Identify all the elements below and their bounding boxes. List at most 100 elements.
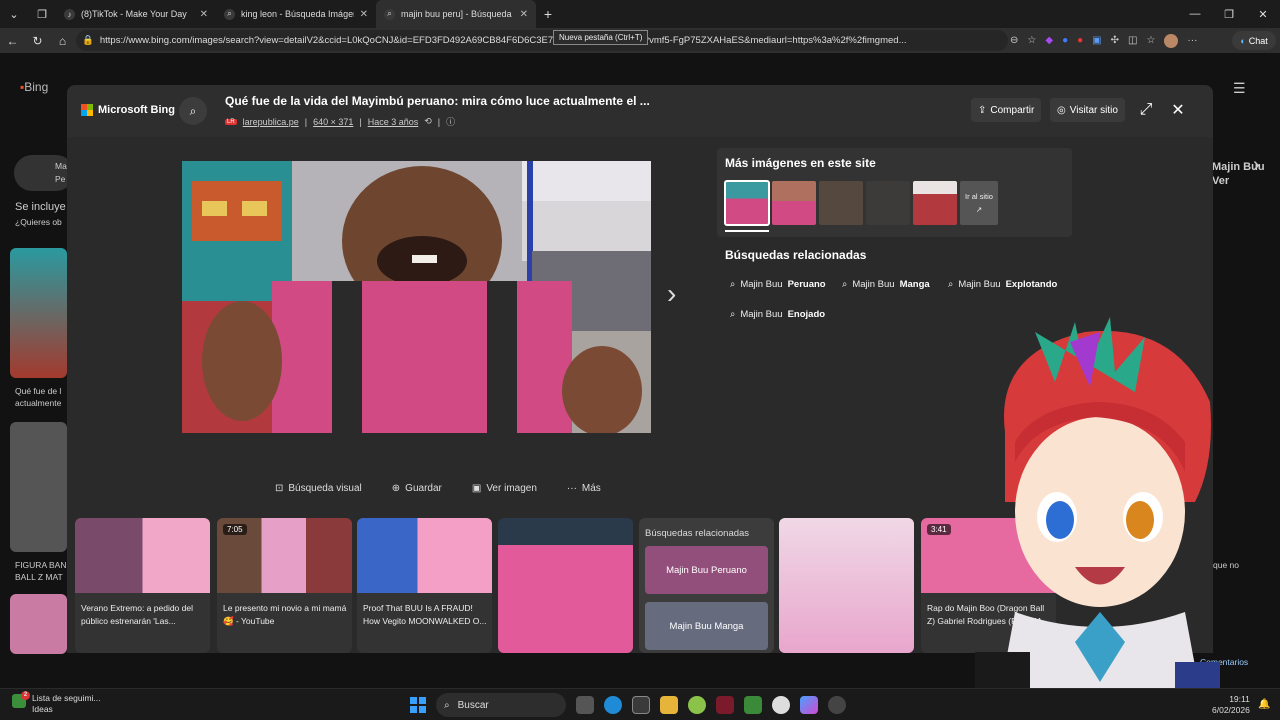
more-button[interactable]: ··· Más bbox=[567, 483, 601, 494]
extension-icon[interactable]: ● bbox=[1062, 35, 1068, 46]
copilot-icon[interactable] bbox=[800, 696, 818, 714]
site-thumbnail[interactable] bbox=[866, 181, 910, 225]
widgets-title: Lista de seguimi... bbox=[32, 693, 101, 703]
chip-prefix: Majin Buu bbox=[958, 278, 1001, 290]
app-icon[interactable] bbox=[688, 696, 706, 714]
start-button-icon[interactable] bbox=[410, 697, 426, 713]
save-button[interactable]: ⊕ Guardar bbox=[392, 483, 442, 494]
minecraft-icon[interactable] bbox=[744, 696, 762, 714]
menu-dots-icon[interactable]: ··· bbox=[1187, 35, 1197, 46]
favorites-icon[interactable]: ☆ bbox=[1146, 35, 1155, 46]
back-icon[interactable]: ← bbox=[0, 34, 25, 48]
expand-icon[interactable]: ⤢ bbox=[1134, 98, 1158, 122]
zoom-icon[interactable]: ⊖ bbox=[1010, 35, 1018, 46]
background-thumbnail[interactable] bbox=[10, 594, 67, 654]
related-chip-manga[interactable]: ⌕ Majin Buu Manga bbox=[837, 273, 935, 295]
related-searches-title: Búsquedas relacionadas bbox=[725, 248, 867, 262]
minimize-icon[interactable]: — bbox=[1178, 8, 1212, 21]
refresh-icon[interactable]: ↻ bbox=[25, 34, 50, 48]
visual-search-button[interactable]: ⊡ Búsqueda visual bbox=[275, 483, 362, 494]
share-button[interactable]: ⇪ Compartir bbox=[971, 98, 1042, 122]
task-view-icon[interactable] bbox=[576, 696, 594, 714]
split-screen-icon[interactable]: ◫ bbox=[1128, 35, 1137, 46]
discord-icon[interactable] bbox=[772, 696, 790, 714]
background-text: FIGURA BAN bbox=[15, 560, 67, 570]
site-thumbnail[interactable] bbox=[913, 181, 957, 225]
workspaces-icon[interactable]: ❐ bbox=[28, 0, 56, 28]
source-favicon: LR bbox=[225, 118, 237, 125]
main-image[interactable] bbox=[182, 161, 651, 433]
similar-image-card[interactable]: Proof That BUU Is A FRAUD! How Vegito MO… bbox=[357, 518, 492, 653]
related-chip-enojado[interactable]: ⌕ Majin Buu Enojado bbox=[725, 303, 830, 325]
extension-icon[interactable]: ◆ bbox=[1045, 35, 1053, 46]
hamburger-menu-icon[interactable]: ☰ bbox=[1233, 80, 1246, 97]
home-icon[interactable]: ⌂ bbox=[50, 34, 75, 48]
bing-logo-background[interactable]: ▪Bing bbox=[20, 80, 48, 94]
video-duration: 3:41 bbox=[927, 524, 951, 535]
close-tab-icon[interactable]: ✕ bbox=[360, 9, 368, 20]
profile-avatar[interactable] bbox=[1164, 33, 1179, 48]
site-thumbnail[interactable] bbox=[724, 180, 770, 226]
search-icon: ⌕ bbox=[842, 278, 848, 290]
background-thumbnail[interactable] bbox=[10, 248, 67, 378]
file-explorer-icon[interactable] bbox=[660, 696, 678, 714]
close-tab-icon[interactable]: ✕ bbox=[200, 9, 208, 20]
tab-actions-icon[interactable]: ⌄ bbox=[0, 0, 28, 28]
related-chip-explotando[interactable]: ⌕ Majin Buu Explotando bbox=[943, 273, 1062, 295]
background-text: Ver bbox=[1212, 175, 1230, 187]
copilot-chat-button[interactable]: ◐ Chat bbox=[1232, 31, 1276, 50]
related-card-title: Búsquedas relacionadas bbox=[645, 528, 750, 539]
close-window-icon[interactable]: ✕ bbox=[1246, 8, 1280, 21]
age-link[interactable]: Hace 3 años bbox=[368, 117, 419, 127]
related-card-item[interactable]: Majin Buu Peruano bbox=[645, 546, 768, 594]
store-icon[interactable] bbox=[632, 696, 650, 714]
visit-site-button[interactable]: ◎ Visitar sitio bbox=[1050, 98, 1125, 122]
view-image-button[interactable]: ▣ Ver imagen bbox=[472, 483, 537, 494]
background-thumbnail[interactable] bbox=[10, 422, 67, 552]
similar-image-card[interactable]: Verano Extremo: a pedido del público est… bbox=[75, 518, 210, 653]
source-link[interactable]: larepublica.pe bbox=[243, 117, 299, 127]
separator: | bbox=[304, 116, 308, 127]
background-next-icon[interactable]: › bbox=[1253, 155, 1260, 175]
tab-king-leon[interactable]: ⌕ king leon - Búsqueda Imágenes ✕ bbox=[216, 0, 376, 28]
system-clock[interactable]: 19:11 6/02/2026 bbox=[1212, 694, 1250, 716]
site-thumbnail[interactable] bbox=[772, 181, 816, 225]
site-thumbnail[interactable] bbox=[819, 181, 863, 225]
notification-bell-icon[interactable]: 🔔 bbox=[1258, 699, 1270, 710]
app-icon[interactable] bbox=[828, 696, 846, 714]
window-controls: — ❐ ✕ bbox=[1178, 8, 1280, 21]
new-tab-button[interactable]: + bbox=[536, 2, 560, 26]
edge-icon[interactable] bbox=[604, 696, 622, 714]
view-image-label: Ver imagen bbox=[486, 483, 537, 494]
tab-tiktok[interactable]: ♪ (8)TikTok - Make Your Day ✕ bbox=[56, 0, 216, 28]
dimensions-link[interactable]: 640 × 371 bbox=[313, 117, 353, 127]
taskbar-search[interactable]: ⌕ Buscar bbox=[436, 693, 566, 717]
search-icon[interactable]: ⌕ bbox=[179, 97, 207, 125]
extensions-puzzle-icon[interactable]: ✣ bbox=[1111, 35, 1119, 46]
close-tab-icon[interactable]: ✕ bbox=[520, 9, 528, 20]
search-icon: ⌕ bbox=[730, 308, 736, 320]
similar-image-card[interactable] bbox=[779, 518, 914, 653]
translate-icon[interactable]: ▣ bbox=[1092, 35, 1101, 46]
tab-majin-buu[interactable]: ⌕ majin buu peru] - Búsqueda Imág ✕ bbox=[376, 0, 536, 28]
url-field[interactable]: 🔒 https://www.bing.com/images/search?vie… bbox=[76, 30, 1008, 51]
image-meta: LR larepublica.pe | 640 × 371 | Hace 3 a… bbox=[225, 115, 455, 128]
go-to-site-button[interactable]: Ir al sitio ↗ bbox=[960, 181, 998, 225]
extension-icon[interactable]: ● bbox=[1077, 35, 1083, 46]
similar-image-card[interactable]: 7:05 Le presento mi novio a mi mamá 🥰 - … bbox=[217, 518, 352, 653]
maximize-icon[interactable]: ❐ bbox=[1212, 8, 1246, 21]
microsoft-bing-logo[interactable]: Microsoft Bing bbox=[81, 104, 175, 116]
background-text: actualmente bbox=[15, 398, 62, 408]
next-image-chevron-icon[interactable]: › bbox=[667, 278, 676, 310]
image-title[interactable]: Qué fue de la vida del Mayimbú peruano: … bbox=[225, 94, 650, 108]
related-chip-peruano[interactable]: ⌕ Majin Buu Peruano bbox=[725, 273, 831, 295]
info-icon[interactable]: ⓘ bbox=[446, 115, 455, 128]
widgets-button[interactable]: 2 Lista de seguimi... Ideas bbox=[12, 691, 101, 715]
background-text: Qué fue de l bbox=[15, 386, 62, 396]
similar-image-card[interactable] bbox=[498, 518, 633, 653]
close-icon[interactable]: ✕ bbox=[1166, 98, 1190, 122]
favorite-star-icon[interactable]: ☆ bbox=[1027, 35, 1036, 46]
app-icon[interactable] bbox=[716, 696, 734, 714]
background-text: Se incluye bbox=[15, 201, 66, 213]
related-card-item[interactable]: Majin Buu Manga bbox=[645, 602, 768, 650]
